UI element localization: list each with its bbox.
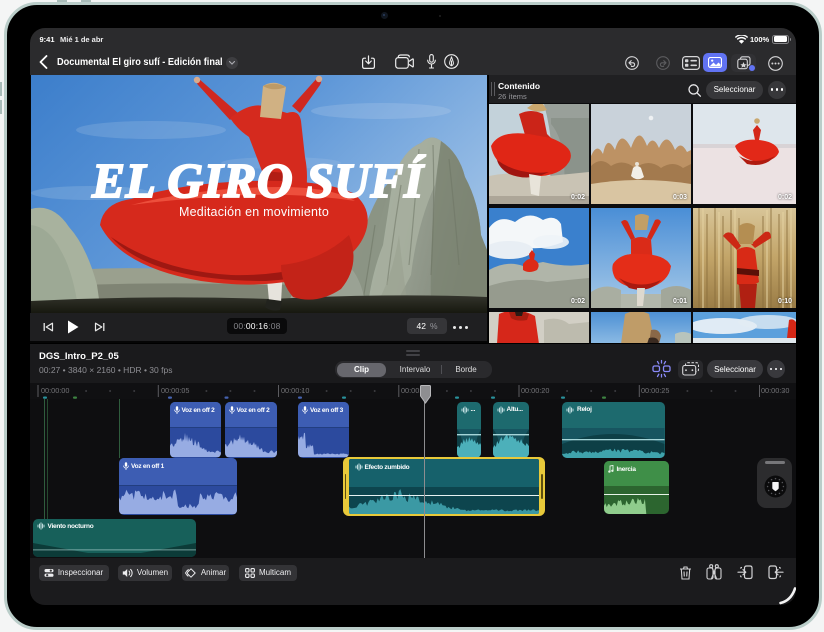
- svg-text:00:00:10: 00:00:10: [281, 386, 309, 395]
- svg-text:Meditación en movimiento: Meditación en movimiento: [179, 205, 329, 219]
- svg-text:00:00:25: 00:00:25: [641, 386, 669, 395]
- svg-text:00:00:20: 00:00:20: [521, 386, 549, 395]
- svg-text:EL GIRO SUFÍ: EL GIRO SUFÍ: [91, 153, 426, 208]
- svg-text:00:00:30: 00:00:30: [761, 386, 789, 395]
- svg-text:00:00:00: 00:00:00: [41, 386, 69, 395]
- svg-text:00:00:05: 00:00:05: [161, 386, 189, 395]
